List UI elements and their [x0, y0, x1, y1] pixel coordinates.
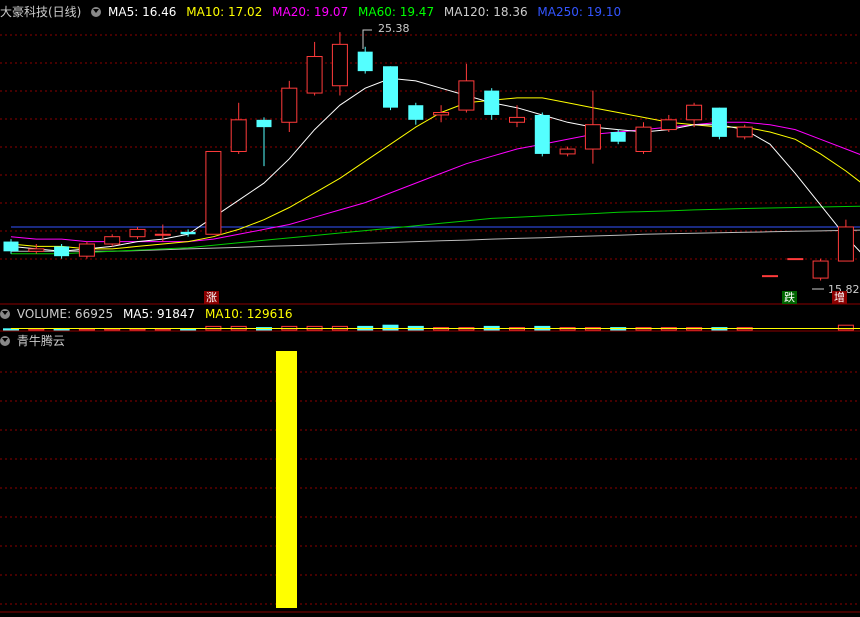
- candle-body: [837, 226, 854, 262]
- stock-title: 大豪科技(日线): [0, 5, 82, 19]
- indicator-title: 青牛腾云: [16, 334, 65, 348]
- candle-body: [610, 132, 626, 142]
- candle-body: [54, 246, 70, 257]
- candle-body: [3, 241, 19, 252]
- candle-body: [357, 51, 373, 72]
- candle-body: [660, 119, 677, 131]
- collapse-icon[interactable]: [0, 336, 10, 346]
- candle-body: [129, 228, 146, 238]
- candle-body: [408, 105, 424, 120]
- high-arrow: [362, 29, 372, 49]
- volume-bar: [382, 324, 399, 331]
- up-marker: 涨: [204, 291, 219, 304]
- collapse-icon[interactable]: [0, 309, 10, 319]
- ma5-label: MA5: 16.46: [108, 5, 177, 19]
- candle-body: [736, 126, 753, 138]
- high-price-label: 25.38: [378, 22, 410, 35]
- ma250-label: MA250: 19.10: [537, 5, 622, 19]
- candle-body: [559, 148, 576, 155]
- candle-body: [331, 43, 348, 87]
- volume-ma5-label: MA5: 91847: [122, 307, 196, 321]
- candle-body: [154, 233, 171, 236]
- collapse-icon[interactable]: [91, 7, 102, 17]
- candle-body: [686, 104, 703, 121]
- candle-body: [787, 258, 804, 261]
- candle-body: [28, 248, 45, 252]
- volume-ma10-label: MA10: 129616: [205, 307, 293, 321]
- candle-body: [812, 260, 829, 279]
- candle-body: [306, 56, 323, 94]
- candle-body: [180, 231, 196, 235]
- ma120-label: MA120: 18.36: [443, 5, 528, 19]
- candle-body: [762, 275, 778, 278]
- ma10-label: MA10: 17.02: [186, 5, 263, 19]
- candle-body: [635, 126, 652, 152]
- ma10-line: [10, 97, 860, 250]
- candle-body: [205, 150, 222, 235]
- candle-body: [78, 243, 95, 257]
- candle-body: [433, 112, 450, 116]
- candle-body: [509, 116, 525, 123]
- candle-body: [484, 90, 500, 115]
- candle-body: [458, 80, 475, 111]
- candle-body: [534, 114, 550, 154]
- down-marker: 跌: [782, 291, 797, 304]
- indicator-header: 青牛腾云: [0, 333, 71, 349]
- candle-body: [104, 236, 121, 245]
- candle-body: [383, 66, 398, 108]
- increase-marker: 增: [832, 291, 847, 304]
- price-header: 大豪科技(日线) MA5: 16.46 MA10: 17.02 MA20: 19…: [0, 4, 627, 20]
- candle-body: [230, 119, 247, 152]
- volume-header: VOLUME: 66925 MA5: 91847 MA10: 129616: [0, 306, 299, 322]
- ma60-label: MA60: 19.47: [358, 5, 435, 19]
- candle-body: [584, 124, 601, 150]
- volume-bar: [837, 324, 854, 331]
- candle-body: [256, 119, 272, 128]
- indicator-bar: [276, 351, 297, 608]
- candle-body: [711, 107, 727, 137]
- candle-body: [281, 87, 298, 123]
- ma20-label: MA20: 19.07: [272, 5, 349, 19]
- volume-label: VOLUME: 66925: [16, 307, 114, 321]
